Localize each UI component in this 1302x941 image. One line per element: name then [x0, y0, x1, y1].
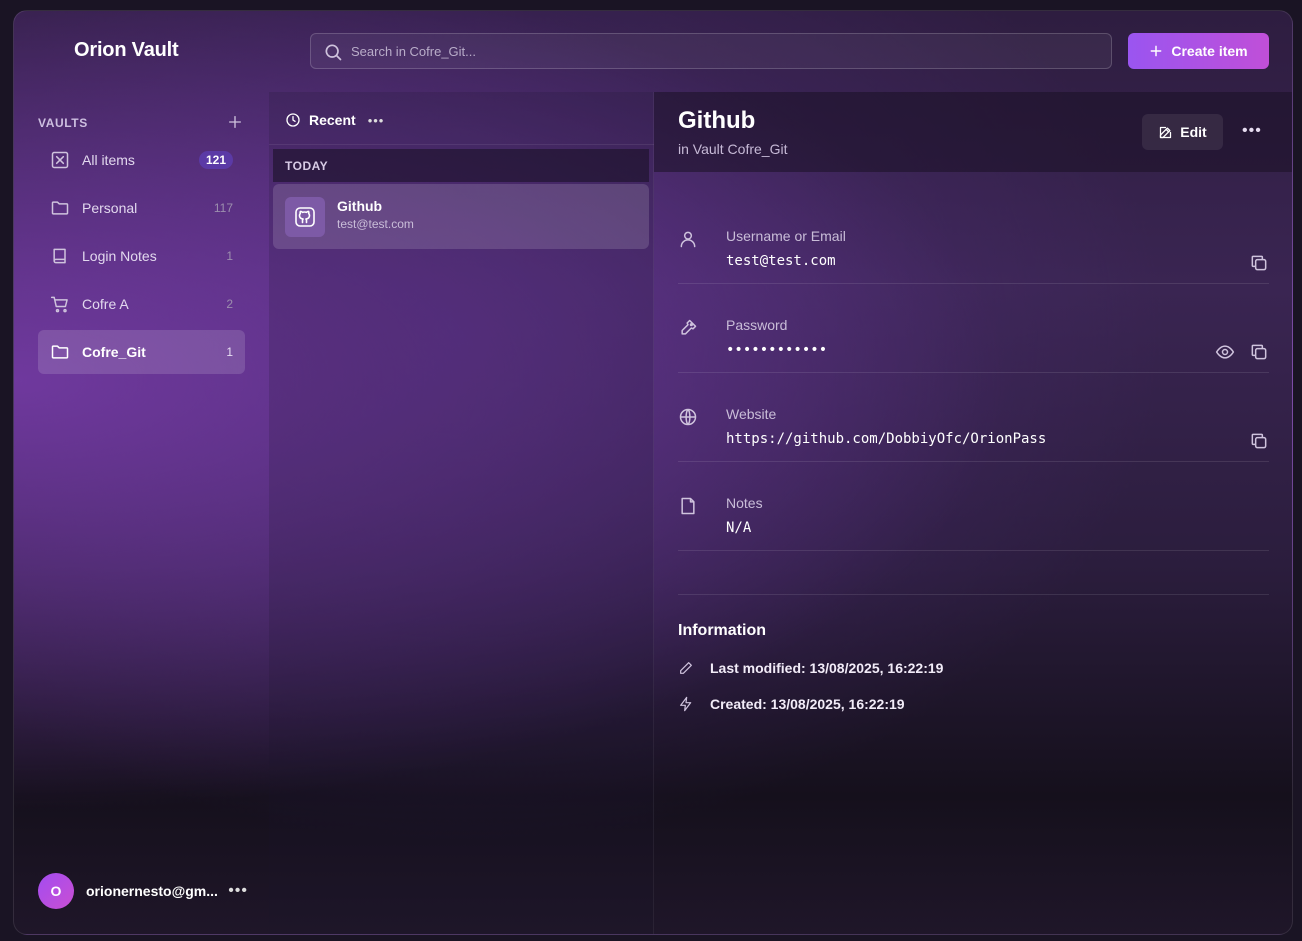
item-subtitle: test@test.com: [337, 217, 414, 231]
search-input[interactable]: [351, 34, 1091, 68]
field-notes: Notes N/A: [678, 462, 1269, 551]
plus-icon: [229, 116, 241, 128]
edit-icon: [1160, 126, 1172, 138]
sidebar-item-label: Cofre_Git: [82, 344, 146, 360]
sidebar: VAULTS All items 121 Personal 117 Login …: [14, 92, 269, 934]
edit-button[interactable]: Edit: [1142, 114, 1223, 150]
app-window: Orion Vault Create item VAULTS All items…: [13, 10, 1293, 935]
app-brand: Orion Vault: [74, 39, 179, 61]
item-vault-subtitle: in Vault Cofre_Git: [678, 141, 788, 157]
last-modified-text: Last modified: 13/08/2025, 16:22:19: [710, 660, 944, 676]
copy-username-button[interactable]: [1249, 253, 1269, 273]
folder-icon: [50, 342, 70, 362]
item-count: 2: [226, 297, 233, 311]
item-title: Github: [337, 198, 383, 214]
item-count-badge: 121: [198, 151, 233, 169]
sort-label: Recent: [309, 112, 356, 128]
book-icon: [50, 246, 70, 266]
top-bar: Orion Vault Create item: [14, 11, 1292, 92]
field-label: Username or Email: [726, 228, 846, 244]
created-text: Created: 13/08/2025, 16:22:19: [710, 696, 905, 712]
more-icon[interactable]: •••: [228, 882, 248, 900]
more-options-button[interactable]: •••: [1242, 122, 1262, 140]
edit-label: Edit: [1180, 124, 1207, 140]
pencil-icon: [680, 662, 692, 674]
sidebar-item-label: Cofre A: [82, 296, 129, 312]
search-icon: [325, 44, 342, 61]
field-value: test@test.com: [726, 253, 836, 269]
vaults-title: VAULTS: [38, 116, 88, 130]
group-header-today: TODAY: [273, 149, 649, 182]
divider: [678, 594, 1269, 595]
list-header[interactable]: Recent •••: [285, 110, 384, 130]
field-label: Password: [726, 317, 788, 333]
item-count: 1: [226, 249, 233, 263]
user-icon: [680, 231, 696, 248]
vault-list: All items 121 Personal 117 Login Notes 1: [38, 138, 245, 378]
list-item[interactable]: Github test@test.com: [273, 184, 649, 249]
sidebar-item-cofre-a[interactable]: Cofre A 2: [38, 282, 245, 326]
field-label: Notes: [726, 495, 763, 511]
copy-icon: [1251, 433, 1267, 449]
key-icon: [681, 319, 697, 335]
search-box[interactable]: [310, 33, 1112, 69]
item-count: 117: [213, 201, 233, 215]
field-value: N/A: [726, 520, 752, 536]
github-icon: [285, 197, 325, 237]
create-item-button[interactable]: Create item: [1128, 33, 1269, 69]
copy-icon: [1251, 344, 1267, 360]
information-heading: Information: [678, 622, 766, 639]
copy-icon: [1251, 255, 1267, 271]
sidebar-item-label: Personal: [82, 200, 138, 216]
field-label: Website: [726, 406, 777, 422]
more-icon[interactable]: •••: [368, 113, 385, 128]
sidebar-item-label: Login Notes: [82, 248, 157, 264]
avatar: O: [38, 873, 74, 909]
globe-icon: [679, 408, 697, 426]
last-modified-row: Last modified: 13/08/2025, 16:22:19: [678, 660, 943, 676]
plus-icon: [1150, 45, 1162, 57]
sidebar-item-login-notes[interactable]: Login Notes 1: [38, 234, 245, 278]
create-item-label: Create item: [1171, 43, 1248, 59]
sidebar-item-label: All items: [82, 152, 135, 168]
field-value-link[interactable]: https://github.com/DobbiyOfc/OrionPass: [726, 431, 1046, 447]
field-username: Username or Email test@test.com: [678, 195, 1269, 284]
field-password: Password ••••••••••••: [678, 284, 1269, 373]
reveal-password-button[interactable]: [1215, 342, 1235, 362]
note-icon: [681, 497, 695, 515]
item-title: Github: [678, 107, 756, 134]
eye-icon: [1215, 345, 1235, 359]
divider: [269, 144, 654, 145]
x-box-icon: [50, 150, 70, 170]
created-row: Created: 13/08/2025, 16:22:19: [678, 696, 905, 712]
detail-header: Github in Vault Cofre_Git Edit •••: [654, 92, 1292, 172]
item-detail-pane: Github in Vault Cofre_Git Edit ••• Usern…: [654, 92, 1292, 934]
lightning-icon: [680, 696, 692, 712]
sidebar-item-personal[interactable]: Personal 117: [38, 186, 245, 230]
sidebar-item-all-items[interactable]: All items 121: [38, 138, 245, 182]
sidebar-item-cofre-git[interactable]: Cofre_Git 1: [38, 330, 245, 374]
field-value-masked: ••••••••••••: [726, 342, 828, 358]
item-list-pane: Recent ••• TODAY Github test@test.com: [269, 92, 654, 934]
folder-icon: [50, 198, 70, 218]
user-account[interactable]: O orionernesto@gm... •••: [38, 873, 248, 909]
vaults-header: VAULTS: [38, 114, 244, 134]
item-count: 1: [226, 345, 233, 359]
copy-password-button[interactable]: [1249, 342, 1269, 362]
add-vault-button[interactable]: [226, 114, 244, 132]
copy-website-button[interactable]: [1249, 431, 1269, 451]
field-website: Website https://github.com/DobbiyOfc/Ori…: [678, 373, 1269, 462]
clock-icon: [286, 113, 300, 127]
cart-icon: [50, 294, 70, 314]
user-email: orionernesto@gm...: [86, 883, 218, 899]
